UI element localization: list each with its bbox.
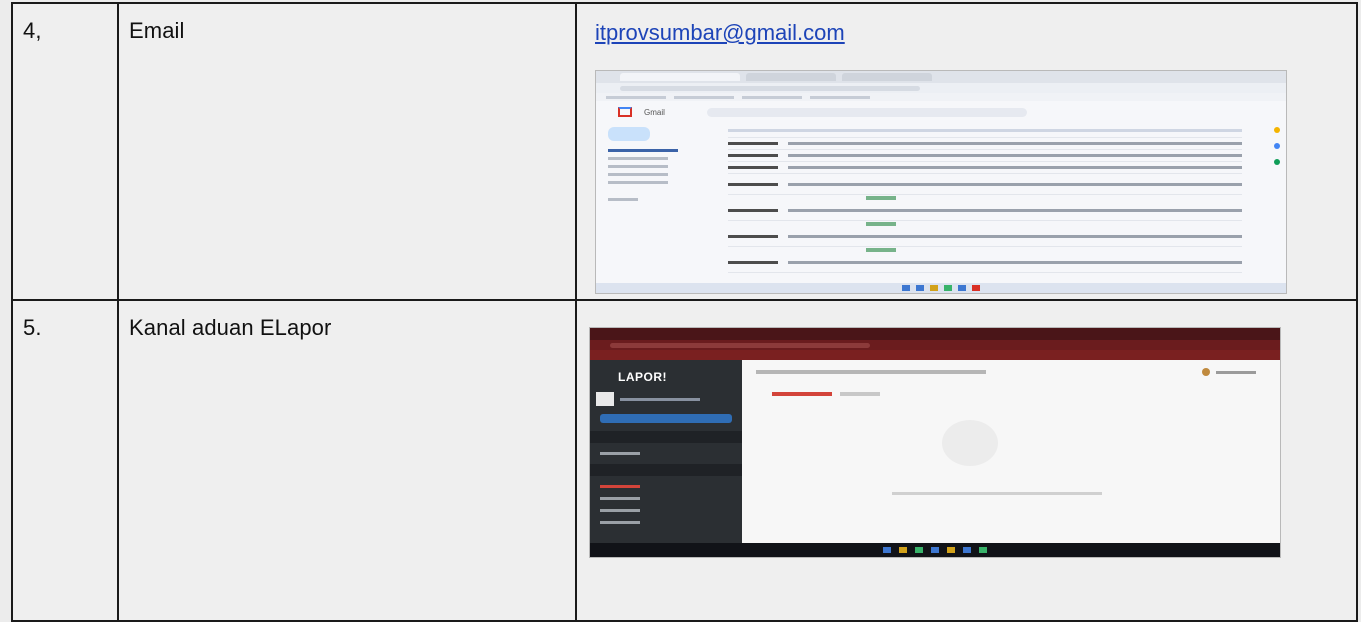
lapor-logo: LAPOR! [618, 370, 667, 384]
lapor-screenshot: LAPOR! [589, 327, 1281, 558]
row-value-cell: LAPOR! [575, 299, 1358, 622]
gmail-logo-icon [618, 107, 632, 117]
browser-tabs [596, 71, 1286, 83]
avatar [1202, 368, 1210, 376]
lapor-user [1202, 368, 1256, 376]
row-value-cell: itprovsumbar@gmail.com Gmail [575, 2, 1358, 301]
address-bar [590, 340, 1280, 350]
row-number: 5. [23, 315, 42, 340]
evidence-table: 4, Email itprovsumbar@gmail.com Gmail 5.… [11, 2, 1358, 622]
compose-button [608, 127, 650, 141]
row-number: 4, [23, 18, 42, 43]
table-row-elapor: 5. Kanal aduan ELapor LAPOR! [11, 299, 1358, 622]
org-icon [596, 392, 614, 406]
row-label: Kanal aduan ELapor [129, 315, 332, 340]
table-row-email: 4, Email itprovsumbar@gmail.com Gmail [11, 2, 1358, 301]
lapor-content [742, 360, 1280, 543]
lapor-sidebar: LAPOR! [590, 360, 742, 543]
gmail-side-panel [1268, 123, 1286, 273]
row-label: Email [129, 18, 185, 43]
gmail-screenshot: Gmail [595, 70, 1287, 294]
browser-tabs [590, 328, 1280, 340]
gmail-message-list [728, 123, 1268, 273]
row-label-cell: Email [117, 2, 577, 301]
gmail-sidebar [596, 123, 728, 273]
email-link[interactable]: itprovsumbar@gmail.com [595, 20, 845, 46]
lapor-tabs [772, 392, 880, 396]
lapor-action-button [600, 414, 732, 423]
row-number-cell: 5. [11, 299, 119, 622]
bookmarks-bar [596, 93, 1286, 101]
gmail-header: Gmail [596, 101, 1286, 123]
row-number-cell: 4, [11, 2, 119, 301]
windows-taskbar [596, 283, 1286, 293]
gmail-brand: Gmail [644, 107, 665, 117]
gmail-search-bar [706, 107, 1027, 117]
bookmarks-bar [590, 350, 1280, 360]
empty-state-icon [942, 420, 998, 466]
address-bar [596, 83, 1286, 93]
windows-taskbar [590, 543, 1280, 557]
row-label-cell: Kanal aduan ELapor [117, 299, 577, 622]
